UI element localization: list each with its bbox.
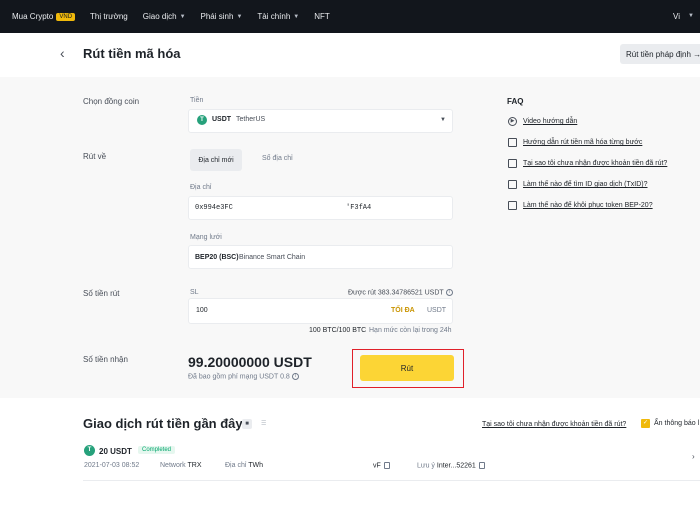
currency-badge: VND [56, 12, 76, 21]
faq-title: FAQ [507, 97, 524, 106]
coin-section-label: Chọn đồng coin [83, 97, 140, 106]
address-tail: vF [373, 462, 381, 470]
recent-withdrawals-title: Giao dịch rút tiền gần đây [83, 416, 243, 431]
document-icon [508, 159, 517, 168]
receive-amount: 99.20000000 USDT [188, 354, 312, 370]
copy-icon[interactable] [478, 462, 485, 469]
nav-buy-crypto-label: Mua Crypto [12, 12, 54, 21]
faq-item[interactable]: ▶ Video hướng dẫn [508, 117, 577, 126]
chevron-right-icon[interactable]: › [692, 452, 695, 461]
grid-view-icon[interactable]: ■ [242, 419, 252, 429]
chevron-down-icon: ▼ [236, 13, 243, 20]
play-icon: ▶ [508, 117, 517, 126]
faq-item[interactable]: Tại sao tôi chưa nhận được khoản tiền đã… [508, 159, 667, 168]
address-field-label: Địa chỉ [190, 184, 212, 191]
withdrawal-txid: Lưu ý Inter...52261 [417, 462, 485, 469]
info-icon: i [445, 289, 453, 296]
network-name: Binance Smart Chain [239, 254, 306, 261]
faq-item[interactable]: Làm thế nào để khôi phục token BEP-20? [508, 201, 653, 210]
amount-value: 100 [196, 307, 208, 314]
network-code: BEP20 (BSC) [195, 254, 239, 261]
tether-icon: T [197, 115, 207, 125]
row-divider [83, 480, 700, 481]
faq-item[interactable]: Làm thế nào để tìm ID giao dịch (TxID)? [508, 180, 648, 189]
available-balance: Được rút 383.34786521 USDT i [348, 289, 453, 296]
nav-markets-label: Thị trường [90, 12, 128, 21]
withdraw-to-label: Rút về [83, 152, 107, 161]
fee-note: Đã bao gồm phí mạng USDT 0.8 i [188, 373, 299, 380]
language-selector[interactable]: Vi [673, 12, 680, 21]
faq-item-text: Làm thế nào để tìm ID giao dịch (TxID)? [523, 181, 648, 188]
nav-buy-crypto[interactable]: Mua Crypto VND [12, 12, 76, 21]
limit-text: Hạn mức còn lại trong 24h [369, 327, 452, 334]
nav-derivatives[interactable]: Phái sinh ▼ [201, 12, 243, 21]
withdrawal-address-tail: vF [373, 462, 390, 469]
document-icon [508, 138, 517, 147]
status-badge: Completed [138, 446, 176, 454]
top-nav: Mua Crypto VND Thị trường Giao dịch ▼ Ph… [0, 0, 700, 33]
document-icon [508, 201, 517, 210]
nav-finance-label: Tài chính [257, 12, 291, 21]
nav-derivatives-label: Phái sinh [200, 12, 234, 21]
amount-section-label: Số tiền rút [83, 289, 120, 298]
nav-nft[interactable]: NFT [314, 12, 330, 21]
withdrawal-address: Địa chỉ TWh [225, 462, 263, 469]
nav-nft-label: NFT [314, 12, 330, 21]
network-value: TRX [187, 462, 202, 469]
network-field-label: Mạng lưới [190, 234, 222, 241]
hide-notice-checkbox[interactable]: ✓ [641, 419, 650, 428]
faq-item-text: Làm thế nào để khôi phục token BEP-20? [523, 202, 653, 209]
hide-notice-label: Ẩn thông báo l [654, 420, 700, 427]
nav-trade-label: Giao dịch [142, 12, 177, 21]
address-label: Địa chỉ [225, 462, 247, 469]
withdrawal-network: Network TRX [160, 462, 202, 469]
faq-item-text: Video hướng dẫn [523, 118, 578, 125]
back-arrow-icon[interactable]: ‹ [60, 45, 65, 61]
withdraw-fiat-button[interactable]: Rút tiền pháp định → [620, 44, 700, 64]
chevron-down-icon: ▼ [179, 13, 186, 20]
available-balance-text: Được rút 383.34786521 USDT [348, 289, 444, 297]
coin-name: TetherUS [236, 116, 266, 123]
network-label: Network [160, 462, 186, 469]
address-value: TWh [248, 462, 264, 469]
copy-icon[interactable] [383, 462, 390, 469]
page-title: Rút tiền mã hóa [83, 46, 181, 61]
max-button[interactable]: TỐI ĐA [391, 307, 415, 314]
tab-new-address[interactable]: Địa chỉ mới [190, 149, 242, 171]
faq-item[interactable]: Hướng dẫn rút tiền mã hóa từng bước [508, 138, 642, 147]
fee-note-text: Đã bao gồm phí mạng USDT 0.8 [188, 373, 290, 381]
amount-unit: USDT [427, 307, 447, 314]
withdrawal-amount: 20 USDT [99, 447, 132, 456]
faq-item-text: Hướng dẫn rút tiền mã hóa từng bước [523, 139, 643, 146]
tab-address-book[interactable]: Sổ địa chỉ [262, 155, 293, 162]
nav-trade[interactable]: Giao dịch ▼ [143, 12, 186, 21]
document-icon [508, 180, 517, 189]
receive-section-label: Số tiền nhận [83, 355, 128, 364]
amount-field-label: SL [190, 289, 199, 296]
chevron-down-icon: ▼ [440, 117, 446, 123]
tether-icon: T [84, 445, 95, 456]
txid-value: Inter...52261 [436, 462, 476, 470]
nav-markets[interactable]: Thị trường [90, 12, 128, 21]
info-icon: i [291, 373, 299, 380]
chevron-down-icon: ▼ [688, 13, 694, 19]
txid-label: Lưu ý [417, 462, 435, 470]
chevron-down-icon: ▼ [293, 13, 300, 20]
list-view-icon[interactable]: ☰ [261, 420, 266, 427]
coin-field-label: Tiền [190, 97, 204, 104]
withdrawal-time: 2021-07-03 08:52 [84, 462, 140, 469]
faq-item-text: Tại sao tôi chưa nhận được khoản tiền đã… [523, 160, 668, 167]
nav-finance[interactable]: Tài chính ▼ [257, 12, 299, 21]
withdraw-submit-button[interactable]: Rút [360, 355, 454, 381]
limit-value: 100 BTC/100 BTC [309, 327, 367, 334]
coin-symbol: USDT [212, 116, 232, 123]
address-value-end: 'F3fA4 [346, 204, 372, 212]
address-value-start: 0x994e3FC [195, 204, 233, 212]
why-not-received-link[interactable]: Tại sao tôi chưa nhận được khoản tiền đã… [482, 421, 626, 428]
